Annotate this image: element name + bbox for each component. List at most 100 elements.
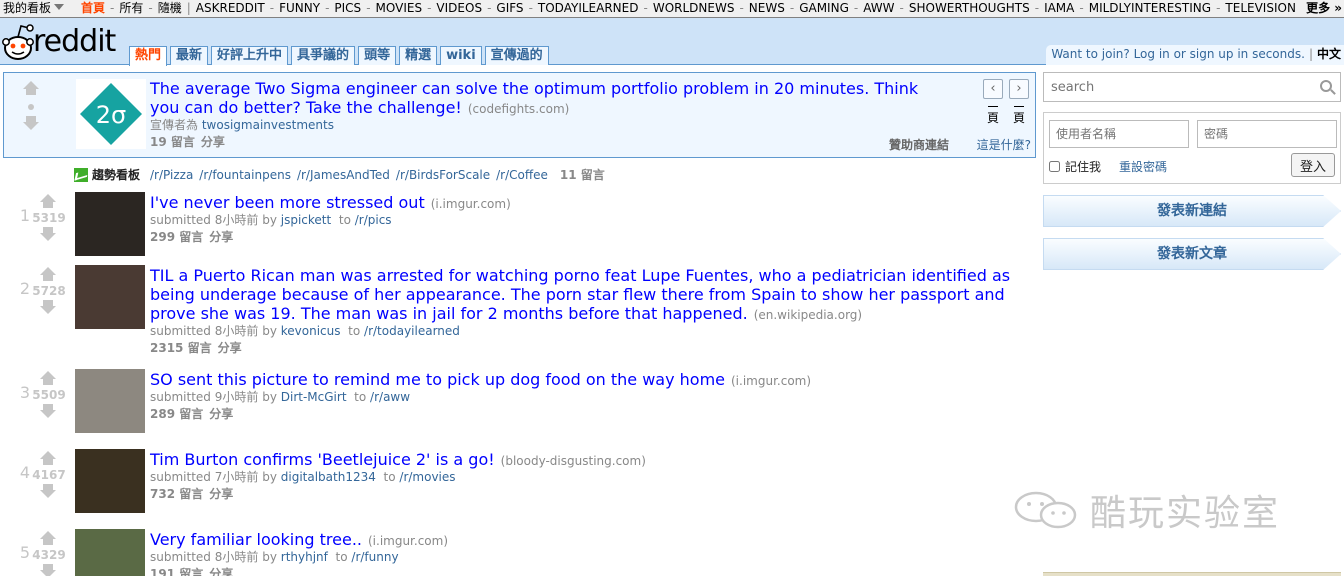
downvote-arrow-icon[interactable] [40,563,56,576]
prev-arrow-icon[interactable]: ‹ [983,79,1003,99]
post-thumbnail[interactable] [75,192,145,256]
remember-me[interactable]: 記住我 [1049,158,1101,175]
promoted-author-link[interactable]: twosigmainvestments [202,118,334,132]
upvote-arrow-icon[interactable] [40,267,56,283]
tab-7[interactable]: 宣傳過的 [484,46,549,65]
login-button[interactable]: 登入 [1290,153,1335,177]
tab-4[interactable]: 頭等 [358,46,397,65]
post-subreddit-link[interactable]: /r/pics [355,213,392,227]
comments-link[interactable]: 191 留言 [150,567,203,576]
subreddit-link[interactable]: IAMA [1044,1,1074,15]
subreddit-link[interactable]: PICS [334,1,361,15]
post-title-link[interactable]: SO sent this picture to remind me to pic… [150,370,725,389]
tab-6[interactable]: wiki [440,46,482,65]
join-prompt-link[interactable]: Want to join? Log in or sign up in secon… [1051,47,1305,61]
whats-this-link[interactable]: 這是什麼? [977,136,1031,153]
comments-link[interactable]: 732 留言 [150,487,203,501]
post-title-link[interactable]: Tim Burton confirms 'Beetlejuice 2' is a… [150,450,495,469]
post-subreddit-link[interactable]: /r/todayilearned [364,324,460,338]
search-icon[interactable] [1320,80,1332,92]
subreddit-link[interactable]: VIDEOS [436,1,482,15]
post-title-link[interactable]: I've never been more stressed out [150,193,425,212]
trending-comments-link[interactable]: 11 留言 [560,168,605,182]
subreddit-link[interactable]: MILDLYINTERESTING [1089,1,1211,15]
subreddit-link[interactable]: ASKREDDIT [196,1,265,15]
tab-2[interactable]: 好評上升中 [211,46,289,65]
trending-subreddit-link[interactable]: /r/JamesAndTed [297,168,390,182]
subreddit-link[interactable]: SHOWERTHOUGHTS [909,1,1030,15]
password-field[interactable] [1197,120,1337,148]
post-domain[interactable]: (i.imgur.com) [368,534,448,548]
downvote-arrow-icon[interactable] [23,115,39,131]
trending-subreddit-link[interactable]: /r/Coffee [496,168,548,182]
share-link[interactable]: 分享 [209,407,233,421]
upvote-arrow-icon[interactable] [40,194,56,210]
share-link[interactable]: 分享 [209,487,233,501]
sr-item-random[interactable]: 隨機 [158,1,182,15]
reddit-logo[interactable]: reddit [0,18,120,64]
comments-link[interactable]: 289 留言 [150,407,203,421]
subreddit-link[interactable]: WORLDNEWS [653,1,735,15]
post-subreddit-link[interactable]: /r/funny [351,550,398,564]
share-link[interactable]: 分享 [209,230,233,244]
remember-me-checkbox[interactable] [1049,161,1060,172]
downvote-arrow-icon[interactable] [40,403,56,419]
promoted-thumbnail[interactable]: 2σ [76,79,146,149]
subreddit-link[interactable]: NEWS [749,1,785,15]
post-author-link[interactable]: jspickett [281,213,331,227]
post-author-link[interactable]: Dirt-McGirt [281,390,347,404]
share-link[interactable]: 分享 [218,341,242,355]
trending-subreddit-link[interactable]: /r/fountainpens [199,168,291,182]
post-thumbnail[interactable] [75,265,145,329]
trending-subreddit-link[interactable]: /r/BirdsForScale [396,168,490,182]
post-author-link[interactable]: kevonicus [281,324,341,338]
post-author-link[interactable]: digitalbath1234 [281,470,376,484]
next-arrow-icon[interactable]: › [1009,79,1029,99]
subreddit-link[interactable]: FUNNY [279,1,320,15]
post-domain[interactable]: (i.imgur.com) [731,374,811,388]
post-thumbnail[interactable] [75,449,145,513]
tab-1[interactable]: 最新 [170,46,209,65]
post-title-link[interactable]: TIL a Puerto Rican man was arrested for … [150,266,1010,323]
submit-link-button[interactable]: 發表新連結 [1043,195,1341,227]
language-selector[interactable]: 中文 [1317,47,1341,61]
search-input[interactable] [1044,73,1304,101]
upvote-arrow-icon[interactable] [40,531,56,547]
subreddit-link[interactable]: GIFS [496,1,523,15]
tab-0[interactable]: 熱門 [129,46,168,66]
more-subreddits-link[interactable]: 更多 » [1300,0,1344,17]
tab-3[interactable]: 具爭議的 [291,46,356,65]
subreddit-link[interactable]: TELEVISION [1225,1,1296,15]
downvote-arrow-icon[interactable] [40,483,56,499]
comments-link[interactable]: 299 留言 [150,230,203,244]
submit-text-button[interactable]: 發表新文章 [1043,238,1341,270]
comments-link[interactable]: 2315 留言 [150,341,212,355]
downvote-arrow-icon[interactable] [40,226,56,242]
upvote-arrow-icon[interactable] [23,81,39,97]
subreddit-link[interactable]: GAMING [799,1,849,15]
post-subreddit-link[interactable]: /r/movies [399,470,455,484]
subreddit-link[interactable]: MOVIES [376,1,423,15]
comments-link[interactable]: 19 留言 [150,135,195,149]
username-field[interactable] [1049,120,1189,148]
post-domain[interactable]: (i.imgur.com) [431,197,511,211]
sr-item-all[interactable]: 所有 [119,1,143,15]
trending-subreddit-link[interactable]: /r/Pizza [150,168,193,182]
post-thumbnail[interactable] [75,529,145,576]
post-subreddit-link[interactable]: /r/aww [370,390,410,404]
upvote-arrow-icon[interactable] [40,371,56,387]
share-link[interactable]: 分享 [201,135,225,149]
my-subreddits-dropdown[interactable]: 我的看板 [3,0,65,17]
promoted-domain[interactable]: (codefights.com) [468,102,569,116]
upvote-arrow-icon[interactable] [40,451,56,467]
sr-item-frontpage[interactable]: 首頁 [81,1,105,15]
post-author-link[interactable]: rthyhjnf [281,550,328,564]
subreddit-link[interactable]: AWW [863,1,894,15]
tab-5[interactable]: 精選 [399,46,438,65]
post-domain[interactable]: (en.wikipedia.org) [754,308,862,322]
post-title-link[interactable]: Very familiar looking tree.. [150,530,362,549]
post-thumbnail[interactable] [75,369,145,433]
subreddit-link[interactable]: TODAYILEARNED [538,1,639,15]
post-domain[interactable]: (bloody-disgusting.com) [501,454,646,468]
share-link[interactable]: 分享 [209,567,233,576]
